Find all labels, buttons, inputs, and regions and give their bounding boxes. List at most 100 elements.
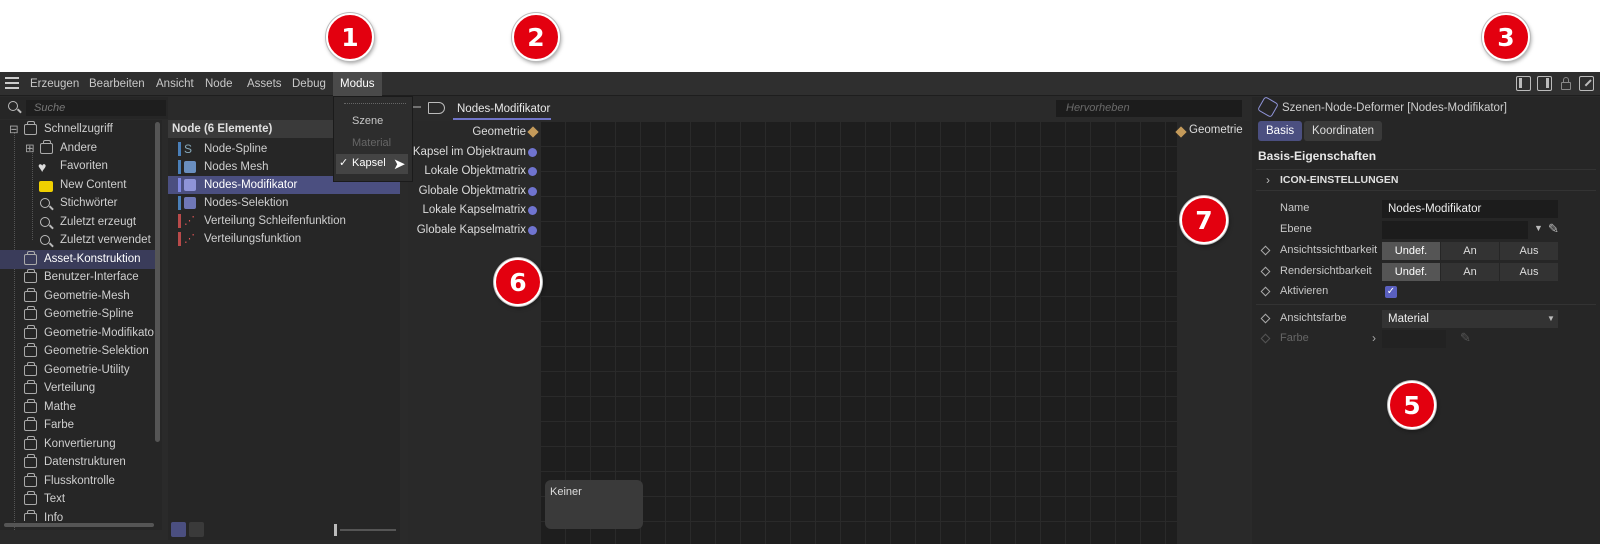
port-diamond[interactable] (527, 126, 539, 138)
tree-item-benutzer-interface[interactable]: Benutzer-Interface (0, 268, 155, 287)
input-port-geometrie[interactable]: Geometrie (472, 123, 539, 141)
keiner-label: Keiner (550, 486, 582, 498)
port-dot[interactable] (528, 225, 537, 235)
view-vis-undef[interactable]: Undef. (1382, 242, 1440, 260)
chevron-right-icon[interactable]: › (1266, 173, 1270, 187)
menu-erzeugen[interactable]: Erzeugen (30, 72, 79, 96)
layout-right-icon[interactable] (1537, 76, 1552, 91)
grid-view-icon[interactable] (189, 522, 204, 537)
keyframe-icon[interactable] (1260, 266, 1271, 277)
tree-item-favoriten[interactable]: ♥ Favoriten (0, 157, 155, 176)
tree-item-schnellzugriff[interactable]: ⊟ Schnellzugriff (0, 120, 155, 139)
node-editor-window: Erzeugen Bearbeiten Ansicht Node Assets … (0, 72, 1600, 544)
icon-settings-group[interactable]: › ICON-EINSTELLUNGEN (1256, 169, 1596, 191)
port-diamond[interactable] (1175, 126, 1187, 138)
layer-field[interactable] (1382, 221, 1528, 239)
pick-tool-icon[interactable]: ✎ (1548, 221, 1559, 237)
icon-size-slider[interactable] (340, 529, 396, 531)
menu-node[interactable]: Node (205, 72, 233, 96)
tree-item-flusskontrolle[interactable]: Flusskontrolle (0, 472, 155, 491)
view-vis-an[interactable]: An (1441, 242, 1499, 260)
chevron-right-icon[interactable]: › (1372, 331, 1376, 345)
tree-item-geometrie-modifikato[interactable]: Geometrie-Modifikato (0, 324, 155, 343)
tree-item-text[interactable]: Text (0, 490, 155, 509)
input-port-globale-kapselmatrix[interactable]: Globale Kapselmatrix (417, 221, 537, 239)
tree-item-info[interactable]: Info (0, 509, 155, 521)
menubar: Erzeugen Bearbeiten Ansicht Node Assets … (0, 72, 1600, 96)
list-view-icon[interactable] (171, 522, 186, 537)
folder-icon (24, 417, 37, 431)
port-dot[interactable] (528, 167, 537, 176)
port-dot[interactable] (528, 147, 537, 157)
tree-item-datenstrukturen[interactable]: Datenstrukturen (0, 453, 155, 472)
render-vis-undef[interactable]: Undef. (1382, 263, 1440, 281)
tab-koordinaten[interactable]: Koordinaten (1304, 121, 1383, 141)
modus-item-szene[interactable]: Szene (352, 115, 383, 127)
tree-item-zuletzt-verwendet[interactable]: Zuletzt verwendet (0, 231, 155, 250)
node-item-verteilung-schleifenfunktion[interactable]: ⋰ Verteilung Schleifenfunktion (168, 212, 400, 230)
menu-bearbeiten[interactable]: Bearbeiten (89, 72, 145, 96)
folder-icon (24, 472, 37, 487)
render-vis-aus[interactable]: Aus (1500, 263, 1558, 281)
view-color-select[interactable]: Material (1382, 310, 1558, 328)
tab-basis[interactable]: Basis (1258, 121, 1303, 141)
port-dot[interactable] (528, 206, 537, 215)
menu-ansicht[interactable]: Ansicht (156, 72, 194, 96)
port-dot[interactable] (528, 186, 537, 196)
tree-item-stichwoerter[interactable]: Stichwörter (0, 194, 155, 213)
search-icon (40, 216, 50, 227)
undock-icon[interactable] (1579, 76, 1594, 91)
tree-item-geometrie-mesh[interactable]: Geometrie-Mesh (0, 287, 155, 306)
input-port-lokale-kapselmatrix[interactable]: Lokale Kapselmatrix (422, 201, 537, 219)
tree-item-geometrie-utility[interactable]: Geometrie-Utility (0, 361, 155, 380)
tree-item-konvertierung[interactable]: Konvertierung (0, 435, 155, 454)
output-port-geometrie[interactable]: Geometrie (1189, 124, 1243, 136)
folder-icon (24, 361, 37, 376)
view-vis-aus[interactable]: Aus (1500, 242, 1558, 260)
menu-debug[interactable]: Debug (292, 72, 326, 96)
keyframe-icon[interactable] (1260, 313, 1271, 324)
checkmark-icon: ✓ (339, 157, 349, 169)
chevron-down-icon[interactable]: ▼ (1547, 314, 1555, 323)
tree-item-farbe[interactable]: Farbe (0, 416, 155, 435)
slider-handle[interactable] (334, 524, 337, 536)
name-field[interactable]: Nodes-Modifikator (1382, 200, 1558, 218)
layout-left-icon[interactable] (1516, 76, 1531, 91)
tag-icon[interactable] (428, 102, 445, 114)
tree-scrollbar[interactable] (155, 122, 160, 442)
tree-item-zuletzt-erzeugt[interactable]: Zuletzt erzeugt (0, 213, 155, 232)
param-ansichtsfarbe: Ansichtsfarbe Material ▼ (1256, 309, 1596, 329)
lock-icon[interactable] (1558, 76, 1573, 91)
render-vis-an[interactable]: An (1441, 263, 1499, 281)
keyframe-icon[interactable] (1260, 286, 1271, 297)
param-name: Name Nodes-Modifikator (1256, 199, 1596, 219)
node-item-nodes-selektion[interactable]: Nodes-Selektion (168, 194, 400, 212)
empty-node-box[interactable]: Keiner (545, 480, 643, 529)
tree-item-mathe[interactable]: Mathe (0, 398, 155, 417)
tree-item-andere[interactable]: ⊞ Andere (0, 139, 155, 158)
callout-badge-2: 2 (512, 13, 560, 61)
graph-tab-nodes-modifikator[interactable]: Nodes-Modifikator (457, 100, 550, 118)
output-node: Geometrie (1175, 121, 1250, 544)
tree-item-geometrie-spline[interactable]: Geometrie-Spline (0, 305, 155, 324)
input-port-globale-objektmatrix[interactable]: Globale Objektmatrix (419, 182, 537, 200)
menu-modus[interactable]: Modus (333, 72, 382, 96)
modus-item-material[interactable]: Material (352, 137, 391, 149)
keyframe-icon[interactable] (1260, 245, 1271, 256)
menu-assets[interactable]: Assets (247, 72, 282, 96)
input-port-kapsel-im-objektraum[interactable]: Kapsel im Objektraum (413, 143, 537, 161)
tree-horizontal-scrollbar[interactable] (4, 523, 154, 527)
tree-item-geometrie-selektion[interactable]: Geometrie-Selektion (0, 342, 155, 361)
tree-item-asset-konstruktion[interactable]: Asset-Konstruktion (0, 249, 155, 269)
enable-checkbox[interactable]: ✓ (1385, 286, 1397, 298)
search-input[interactable]: Suche (26, 100, 166, 116)
modus-item-kapsel[interactable]: Kapsel (352, 157, 386, 169)
input-port-lokale-objektmatrix[interactable]: Lokale Objektmatrix (424, 162, 537, 180)
tree-item-verteilung[interactable]: Verteilung (0, 379, 155, 398)
highlight-input[interactable]: Hervorheben (1056, 100, 1242, 117)
modus-item-kapsel-highlight[interactable]: ✓ Kapsel ➤ (336, 154, 408, 174)
chevron-down-icon[interactable]: ▼ (1534, 223, 1543, 233)
hamburger-menu-icon[interactable] (5, 77, 19, 90)
node-item-verteilungsfunktion[interactable]: ⋰ Verteilungsfunktion (168, 230, 400, 248)
tree-item-new-content[interactable]: New Content (0, 176, 155, 195)
